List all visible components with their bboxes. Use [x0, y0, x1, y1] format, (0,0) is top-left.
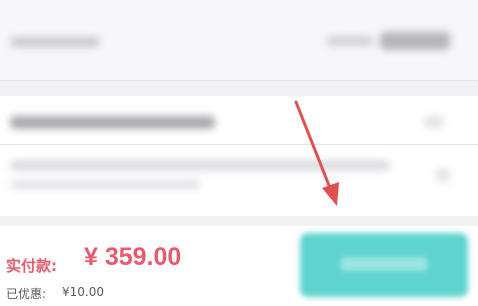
blurred-info-card: [0, 96, 478, 216]
submit-payment-button[interactable]: [300, 233, 468, 297]
blurred-header-section: [0, 0, 478, 80]
divider: [0, 80, 478, 81]
blurred-text: [10, 37, 100, 47]
blurred-text: [424, 116, 444, 128]
divider: [0, 144, 478, 145]
blurred-button-label: [340, 257, 428, 271]
blurred-text: [326, 36, 374, 46]
blurred-text: [10, 180, 200, 189]
discount-amount: ¥10.00: [62, 285, 104, 299]
chevron-right-icon[interactable]: [436, 168, 450, 182]
actual-payment-label: 实付款:: [6, 257, 57, 275]
blurred-text: [10, 160, 390, 171]
blurred-text: [380, 32, 450, 50]
discount-label: 已优惠:: [6, 287, 47, 301]
actual-payment-amount: ¥ 359.00: [84, 243, 182, 271]
blurred-text: [10, 116, 215, 129]
